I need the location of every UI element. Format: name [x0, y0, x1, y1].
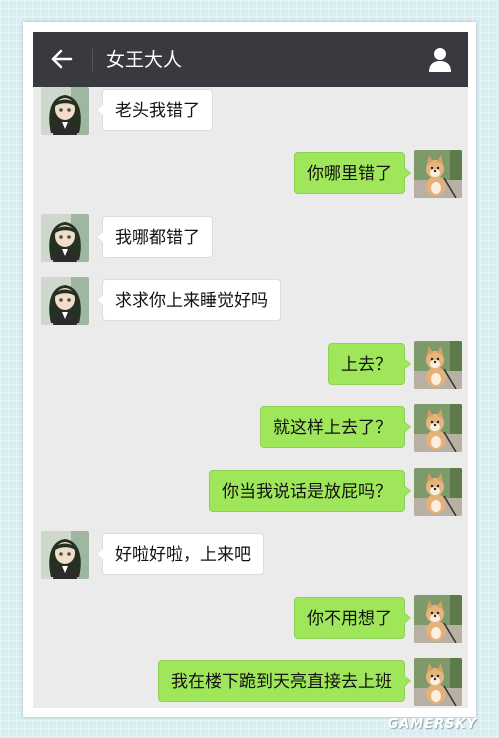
- message-list: 老头我错了 你哪里错了 我哪都错了 求求你上来睡觉好吗 上去？ 就这样上去了？ …: [33, 87, 468, 708]
- message-row: 我在楼下跪到天亮直接去上班: [33, 658, 468, 708]
- message-bubble-outgoing[interactable]: 你哪里错了: [294, 152, 411, 194]
- message-row: 你当我说话是放屁吗？: [33, 468, 468, 518]
- message-row: 好啦好啦，上来吧: [33, 531, 468, 581]
- message-row: 求求你上来睡觉好吗: [33, 277, 468, 327]
- person-icon: [429, 48, 451, 72]
- shiba-dog-avatar[interactable]: [414, 150, 462, 198]
- message-row: 上去？: [33, 341, 468, 391]
- shiba-dog-avatar[interactable]: [414, 658, 462, 706]
- anime-girl-avatar[interactable]: [41, 277, 89, 325]
- chat-header: 女王大人: [33, 32, 468, 87]
- message-bubble-outgoing[interactable]: 你不用想了: [294, 597, 411, 639]
- shiba-dog-avatar[interactable]: [414, 595, 462, 643]
- site-watermark: GAMERSKY: [387, 717, 477, 732]
- chat-screen: 女王大人 老头我错了 你哪里错了 我哪都错了 求求你上来睡觉好吗 上去？ 就这样…: [33, 32, 468, 708]
- message-row: 你哪里错了: [33, 150, 468, 200]
- anime-girl-avatar[interactable]: [41, 531, 89, 579]
- shiba-dog-avatar[interactable]: [414, 341, 462, 389]
- message-bubble-incoming[interactable]: 求求你上来睡觉好吗: [96, 279, 281, 321]
- message-bubble-incoming[interactable]: 我哪都错了: [96, 216, 213, 258]
- profile-button[interactable]: [426, 45, 454, 73]
- anime-girl-avatar[interactable]: [41, 87, 89, 135]
- message-row: 你不用想了: [33, 595, 468, 645]
- message-bubble-incoming[interactable]: 好啦好啦，上来吧: [96, 533, 264, 575]
- header-divider: [92, 49, 93, 71]
- chat-title: 女王大人: [106, 49, 183, 71]
- anime-girl-avatar[interactable]: [41, 214, 89, 262]
- message-bubble-outgoing[interactable]: 我在楼下跪到天亮直接去上班: [158, 660, 411, 702]
- message-bubble-incoming[interactable]: 老头我错了: [96, 89, 213, 131]
- shiba-dog-avatar[interactable]: [414, 468, 462, 516]
- message-row: 我哪都错了: [33, 214, 468, 264]
- shiba-dog-avatar[interactable]: [414, 404, 462, 452]
- back-button[interactable]: [47, 44, 77, 74]
- message-row: 就这样上去了？: [33, 404, 468, 454]
- arrow-left-icon: [51, 49, 73, 69]
- message-bubble-outgoing[interactable]: 上去？: [328, 343, 411, 385]
- message-bubble-outgoing[interactable]: 你当我说话是放屁吗？: [209, 470, 411, 512]
- message-bubble-outgoing[interactable]: 就这样上去了？: [260, 406, 411, 448]
- message-row: 老头我错了: [33, 87, 468, 137]
